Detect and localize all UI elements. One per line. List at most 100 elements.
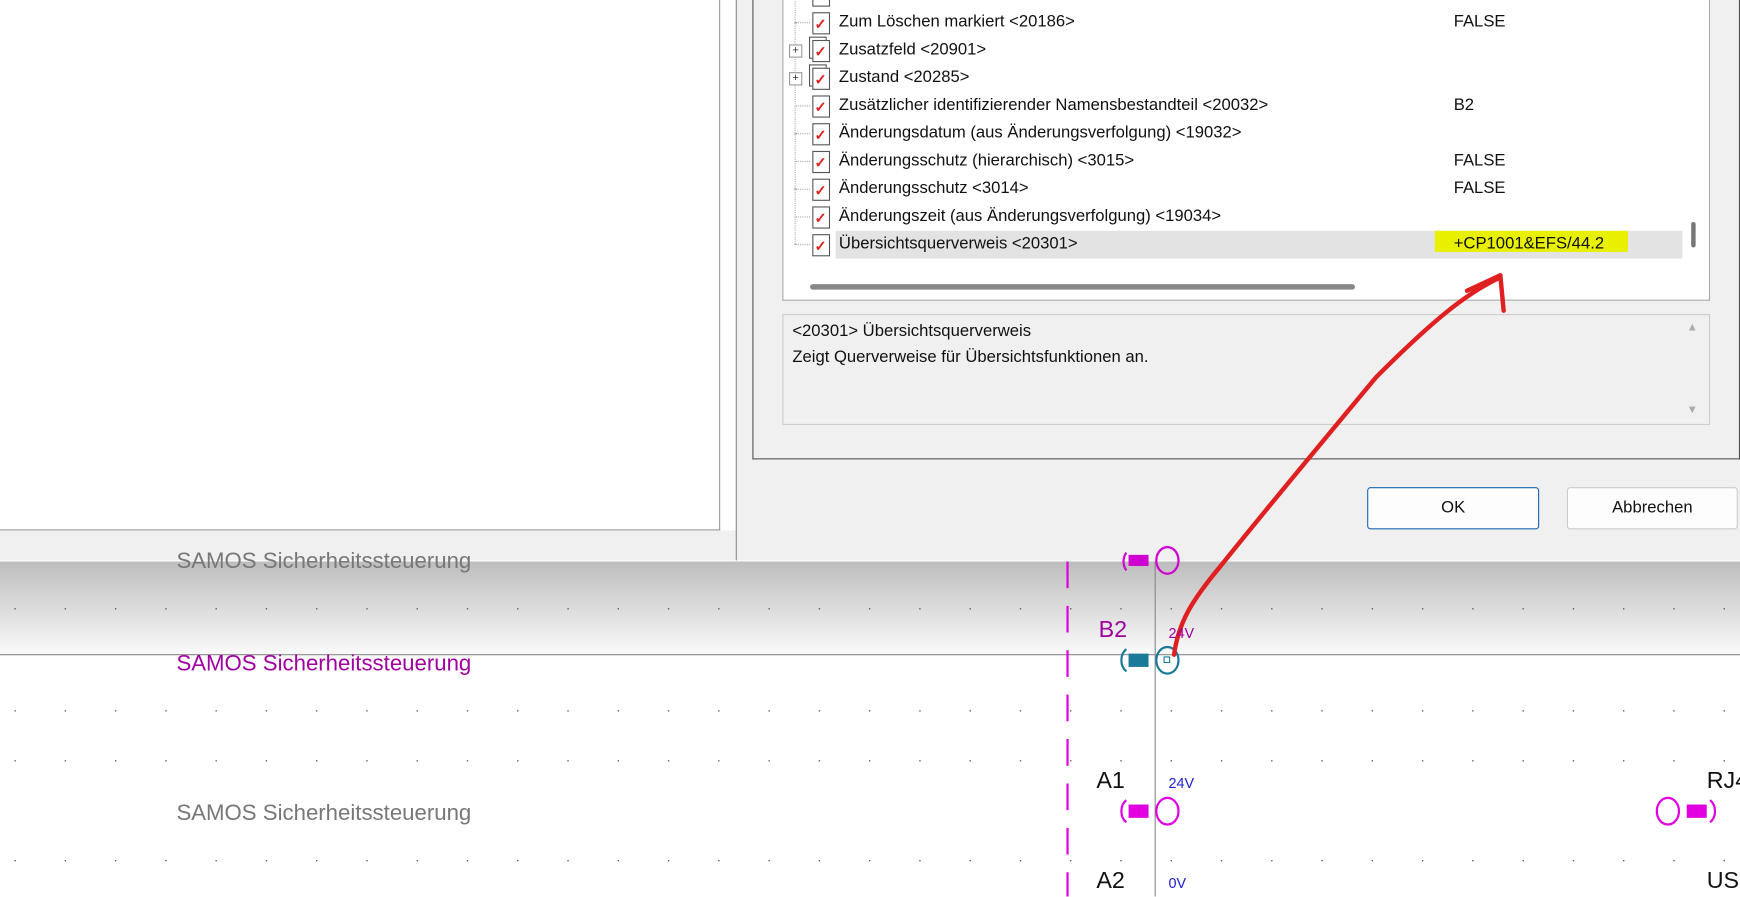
grid-dot xyxy=(969,710,971,712)
grid-dot xyxy=(1019,860,1022,862)
grid-dot xyxy=(114,608,117,610)
annotation-arrow xyxy=(1171,275,1503,657)
grid-dot xyxy=(919,608,921,610)
pin-label-b2: B2 xyxy=(1098,616,1128,643)
connector-b2 xyxy=(1120,645,1180,675)
grid-dot xyxy=(768,710,770,712)
grid-dot xyxy=(64,860,67,862)
grid-dot xyxy=(869,710,871,712)
grid-dot xyxy=(1271,760,1273,762)
grid-dot xyxy=(1522,710,1524,712)
grid-dot xyxy=(919,760,921,762)
grid-dot xyxy=(1572,710,1575,712)
grid-dot xyxy=(64,760,67,762)
grid-dot xyxy=(969,760,971,762)
grid-dot xyxy=(617,860,619,862)
grid-dot xyxy=(64,710,67,712)
grid-dot xyxy=(1572,760,1575,762)
grid-dot xyxy=(1472,760,1474,762)
grid-dot xyxy=(1522,860,1524,862)
grid-dot xyxy=(114,710,117,712)
grid-dot xyxy=(316,710,318,712)
connector-top xyxy=(1122,545,1180,575)
grid-dot xyxy=(818,710,821,712)
grid-dot xyxy=(667,608,670,610)
voltage-label-b2: 24V xyxy=(1168,624,1195,642)
grid-dot xyxy=(818,608,821,610)
grid-dot xyxy=(366,608,368,610)
grid-dot xyxy=(567,608,569,610)
grid-dot xyxy=(1371,860,1374,862)
grid-dot xyxy=(517,710,519,712)
grid-dot xyxy=(1019,760,1022,762)
grid-dot xyxy=(1522,608,1524,610)
grid-dot xyxy=(64,608,67,610)
grid-dot xyxy=(1673,710,1675,712)
grid-dot xyxy=(1572,608,1575,610)
grid-dot xyxy=(265,710,268,712)
grid-dot xyxy=(869,760,871,762)
grid-dot xyxy=(1070,608,1072,610)
grid-dot xyxy=(667,710,670,712)
grid-dot xyxy=(466,608,469,610)
grid-dot xyxy=(114,760,117,762)
grid-dot xyxy=(1271,710,1273,712)
pin-label-a1: A1 xyxy=(1096,767,1125,794)
grid-dot xyxy=(265,608,268,610)
grid-dot xyxy=(165,860,167,862)
grid-dot xyxy=(1472,710,1474,712)
grid-dot xyxy=(215,860,217,862)
grid-dot xyxy=(366,760,368,762)
grid-dot xyxy=(969,608,971,610)
grid-dot xyxy=(718,710,720,712)
grid-dot xyxy=(1723,710,1725,712)
device-label-top: SAMOS Sicherheitssteuerung xyxy=(176,549,472,574)
grid-dot xyxy=(1271,608,1273,610)
grid-dot xyxy=(466,860,469,862)
grid-dot xyxy=(567,710,569,712)
grid-dot xyxy=(1070,710,1072,712)
grid-dot xyxy=(215,710,217,712)
grid-dot xyxy=(869,608,871,610)
grid-dot xyxy=(1170,710,1172,712)
grid-dot xyxy=(1723,608,1725,610)
grid-dot xyxy=(1623,710,1625,712)
grid-dot xyxy=(316,860,318,862)
grid-dot xyxy=(165,608,167,610)
device-label-selected[interactable]: SAMOS Sicherheitssteuerung xyxy=(176,651,471,677)
grid-dot xyxy=(1321,710,1323,712)
grid-dot xyxy=(517,608,519,610)
grid-dot xyxy=(114,860,117,862)
grid-dot xyxy=(768,860,770,862)
schematic-graphics xyxy=(0,272,1740,897)
grid-dot xyxy=(466,710,469,712)
grid-dot xyxy=(869,860,871,862)
grid-dot xyxy=(416,860,418,862)
grid-dot xyxy=(1271,860,1273,862)
grid-dot xyxy=(1070,860,1072,862)
grid-dot xyxy=(667,760,670,762)
grid-dot xyxy=(1472,860,1474,862)
grid-dot xyxy=(265,860,268,862)
grid-dot xyxy=(1170,860,1172,862)
grid-dot xyxy=(1321,608,1323,610)
voltage-label-a2: 0V xyxy=(1168,874,1187,892)
grid-dot xyxy=(617,608,619,610)
grid-dot xyxy=(1220,760,1223,762)
grid-dot xyxy=(316,608,318,610)
grid-dot xyxy=(1673,860,1675,862)
grid-dot xyxy=(617,710,619,712)
grid-dot xyxy=(1220,608,1223,610)
grid-dot xyxy=(14,860,16,862)
grid-dot xyxy=(1673,608,1675,610)
grid-dot xyxy=(466,760,469,762)
grid-dot xyxy=(366,710,368,712)
grid-dot xyxy=(667,860,670,862)
grid-dot xyxy=(1321,760,1323,762)
grid-dot xyxy=(1170,760,1172,762)
grid-dot xyxy=(517,760,519,762)
grid-dot xyxy=(215,760,217,762)
pin-label-a2: A2 xyxy=(1096,867,1125,894)
connector-a1 xyxy=(1120,796,1180,826)
grid-dot xyxy=(1673,760,1675,762)
